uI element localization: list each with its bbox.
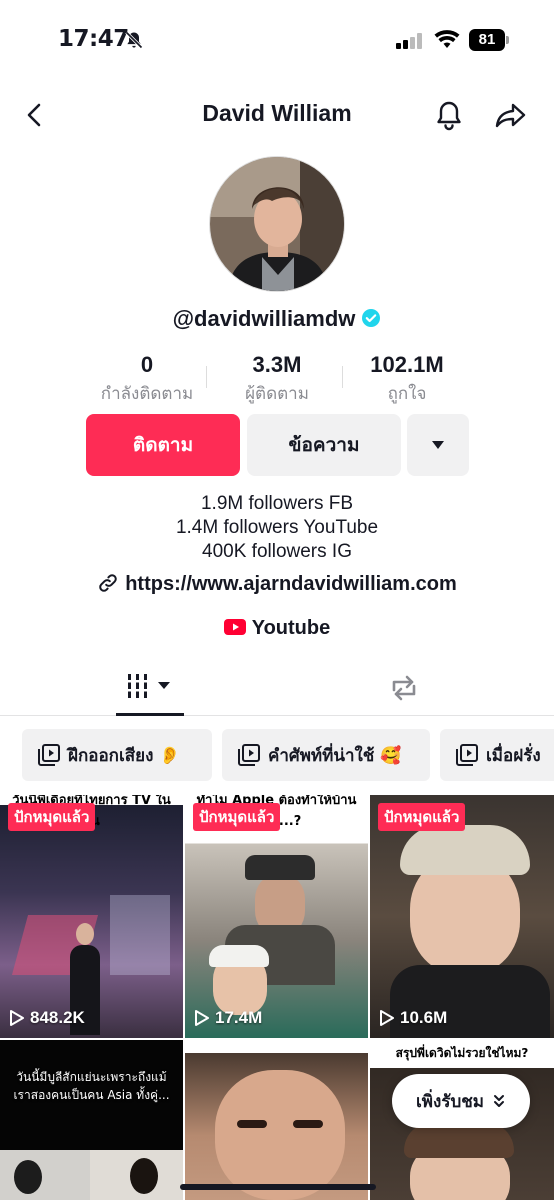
following-count: 0 (140, 352, 154, 377)
double-chevron-down-icon (493, 1095, 504, 1107)
username: @davidwilliamdw (172, 306, 356, 331)
pinned-badge: ปักหมุดแล้ว (193, 803, 281, 831)
followers-label: ผู้ติดตาม (245, 384, 309, 404)
home-indicator[interactable] (180, 1184, 376, 1190)
video-thumbnail[interactable] (185, 1040, 368, 1200)
play-icon (10, 1010, 24, 1026)
playlist-icon (38, 744, 60, 766)
play-icon (195, 1010, 209, 1026)
pinned-badge: ปักหมุดแล้ว (8, 803, 96, 831)
video-thumbnail[interactable]: ทำไม Apple ต้องทำให้บ้านเราดู...? ปักหมุ… (185, 795, 368, 1038)
playlists-row: ฝึกออกเสียง 👂 คำศัพท์ที่น่าใช้ 🥰 เมื่อฝร… (0, 729, 554, 781)
playlist-chip[interactable]: เมื่อฝรั่ง (440, 729, 554, 781)
notification-bell-icon[interactable] (432, 98, 466, 132)
active-tab-underline (116, 713, 184, 716)
following-label: กำลังติดตาม (100, 384, 194, 404)
followers-stat[interactable]: 3.3M ผู้ติดตาม (212, 352, 342, 407)
youtube-label: Youtube (251, 617, 331, 639)
message-button[interactable]: ข้อความ (247, 414, 401, 476)
playlist-label: เมื่อฝรั่ง (486, 745, 541, 766)
battery-icon: 81 (469, 29, 509, 51)
bio-line: 1.4M followers YouTube (175, 517, 379, 538)
username-row: @davidwilliamdw (0, 306, 554, 332)
playlist-label: ฝึกออกเสียง 👂 (68, 745, 181, 766)
recently-watched-button[interactable]: เพิ่งรับชม (392, 1074, 530, 1128)
repost-icon[interactable] (386, 670, 422, 706)
top-nav: David William (0, 90, 554, 140)
profile-tabs (0, 664, 554, 716)
suggested-accounts-button[interactable] (407, 414, 469, 476)
recently-watched-label: เพิ่งรับชม (416, 1091, 484, 1112)
following-stat[interactable]: 0 กำลังติดตาม (82, 352, 212, 407)
stat-divider (206, 366, 207, 388)
bio: 1.9M followers FB 1.4M followers YouTube… (0, 492, 554, 564)
wifi-icon (434, 30, 460, 48)
profile-link[interactable]: https://www.ajarndavidwilliam.com (0, 573, 554, 596)
playlist-label: คำศัพท์ที่น่าใช้ 🥰 (268, 745, 402, 766)
avatar[interactable] (209, 156, 345, 292)
pinned-badge: ปักหมุดแล้ว (378, 803, 466, 831)
youtube-icon (223, 618, 246, 635)
profile-link-text: https://www.ajarndavidwilliam.com (125, 573, 457, 595)
video-thumbnail[interactable]: ปักหมุดแล้ว 10.6M (370, 795, 554, 1038)
video-thumbnail[interactable]: วันนี้มีบูลีสักแย่นะเพราะถึงแม้เราสองคนเ… (0, 1040, 183, 1200)
video-thumbnail[interactable]: วันนี้พี่เดือยที่ไทยการ TV ในผัน ปักหมุด… (0, 795, 183, 1038)
cellular-signal-icon (396, 33, 424, 49)
status-bar: 17:47 81 (0, 0, 554, 80)
likes-stat: 102.1M ถูกใจ (342, 352, 472, 407)
followers-count: 3.3M (252, 352, 302, 377)
playlist-icon (238, 744, 260, 766)
page-title: David William (202, 100, 352, 126)
follow-button[interactable]: ติดตาม (86, 414, 240, 476)
caret-down-icon (432, 441, 444, 449)
likes-count: 102.1M (370, 352, 444, 377)
playlist-chip[interactable]: คำศัพท์ที่น่าใช้ 🥰 (222, 729, 430, 781)
play-icon (380, 1010, 394, 1026)
video-caption: สรุปพี่เดวิดไม่รวยใช่ไหม? (395, 1046, 529, 1060)
tab-videos[interactable] (116, 664, 184, 716)
bio-line: 400K followers IG (202, 541, 352, 562)
video-caption: วันนี้มีบูลีสักแย่นะเพราะถึงแม้เราสองคนเ… (13, 1070, 170, 1102)
view-count: 17.4M (193, 1008, 262, 1028)
playlist-chip[interactable]: ฝึกออกเสียง 👂 (22, 729, 212, 781)
profile-stats: 0 กำลังติดตาม 3.3M ผู้ติดตาม 102.1M ถูกใ… (72, 352, 482, 412)
view-count: 10.6M (378, 1008, 447, 1028)
playlist-icon (456, 744, 478, 766)
video-grid: วันนี้พี่เดือยที่ไทยการ TV ในผัน ปักหมุด… (0, 795, 554, 1200)
status-time: 17:47 (58, 26, 129, 52)
youtube-link[interactable]: Youtube (0, 617, 554, 640)
link-icon (99, 573, 117, 592)
videos-grid-icon (124, 674, 170, 698)
likes-label: ถูกใจ (387, 384, 427, 404)
bio-line: 1.9M followers FB (200, 493, 354, 514)
verified-badge-icon (362, 309, 381, 328)
share-icon[interactable] (494, 98, 528, 132)
bell-off-icon (125, 31, 143, 49)
view-count: 848.2K (8, 1008, 85, 1028)
